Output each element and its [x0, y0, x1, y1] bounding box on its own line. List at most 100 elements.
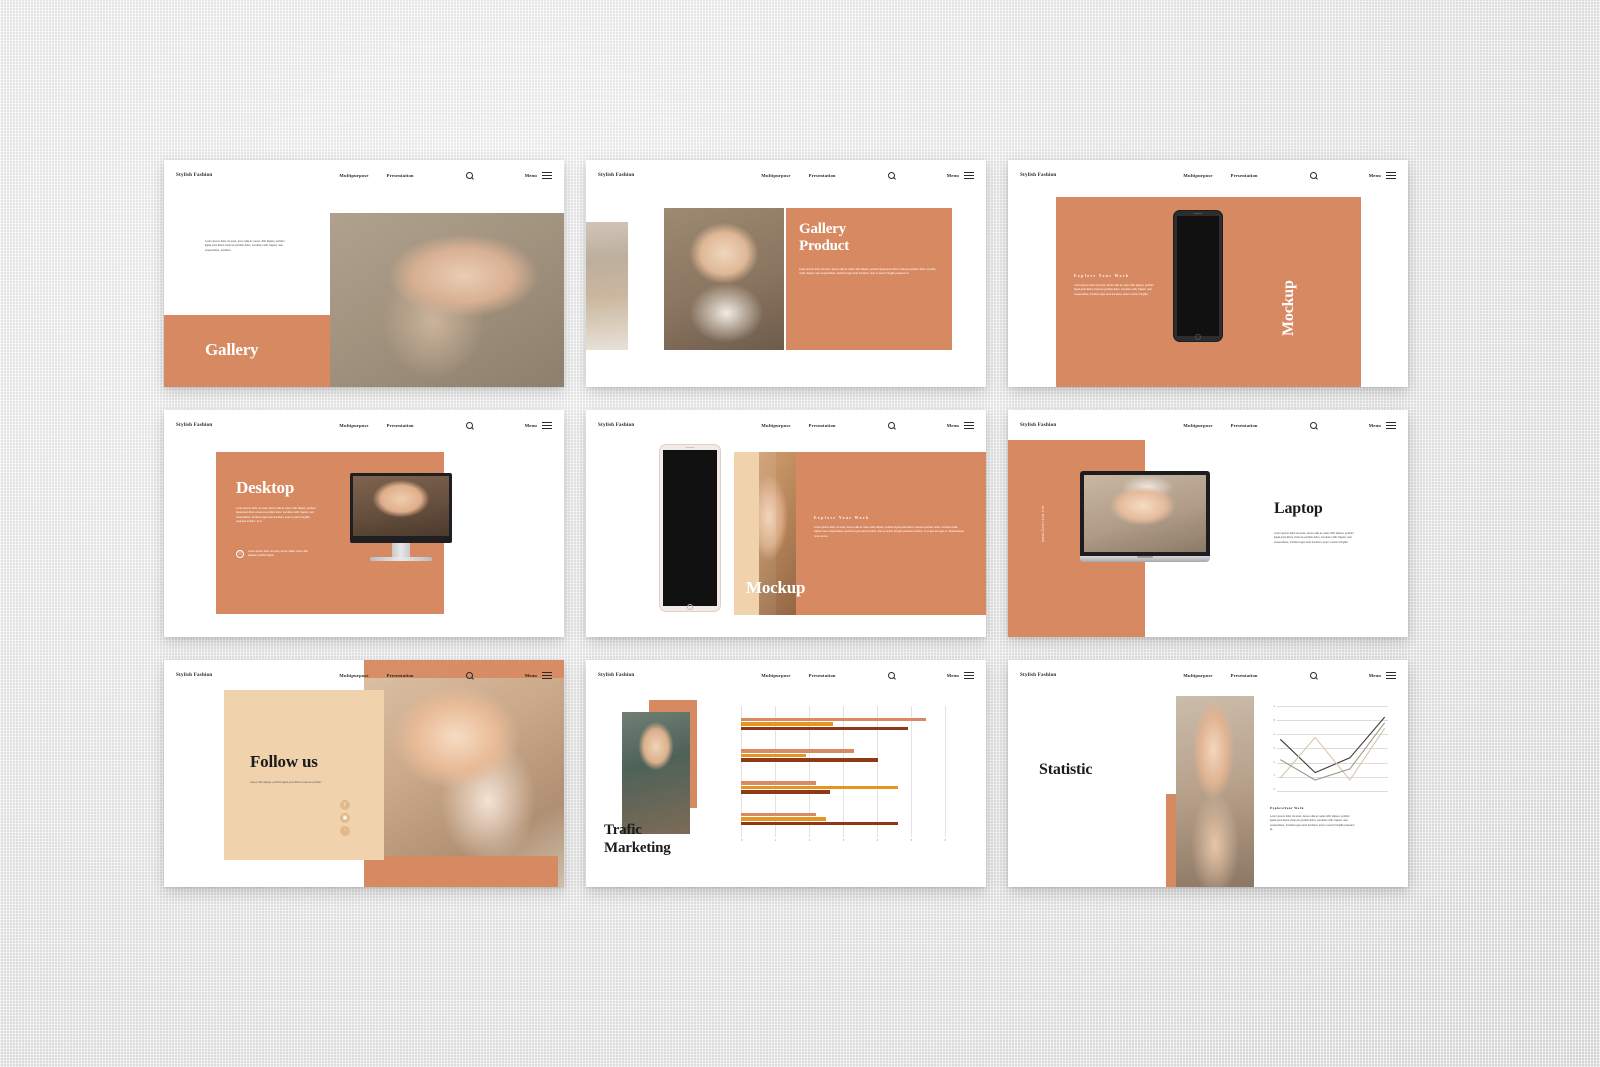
nav-item-presentation[interactable]: Presentation — [387, 173, 414, 178]
bar — [741, 790, 830, 794]
x-tick-label: 5 — [910, 839, 913, 842]
traffic-photo — [622, 712, 690, 834]
x-tick-label: 1 — [774, 839, 777, 842]
brand-logo[interactable]: Stylish Fashion — [1020, 423, 1056, 428]
slide-gallery[interactable]: Stylish Fashion Multipurpose Presentatio… — [164, 160, 564, 387]
search-button[interactable] — [465, 171, 473, 179]
nav-item-presentation[interactable]: Presentation — [809, 173, 836, 178]
nav-item-multipurpose[interactable]: Multipurpose — [339, 673, 368, 678]
menu-button[interactable]: Menu — [525, 171, 552, 179]
traffic-title-line2: Marketing — [604, 840, 671, 856]
follow-text-panel — [224, 690, 384, 860]
product-photo-main — [664, 208, 784, 350]
twitter-icon[interactable]: ᵗ — [340, 826, 350, 836]
laptop-vertical-url: www.Colorsub.net — [1041, 505, 1045, 542]
bar — [741, 781, 817, 785]
product-title-line2: Product — [799, 238, 849, 254]
nav-item-presentation[interactable]: Presentation — [809, 423, 836, 428]
hamburger-icon — [1386, 171, 1396, 179]
macbook-base — [1080, 556, 1210, 562]
brand-logo[interactable]: Stylish Fashion — [176, 423, 212, 428]
slide-topbar: Stylish Fashion Multipurpose Presentatio… — [164, 410, 564, 440]
menu-button[interactable]: Menu — [525, 671, 552, 679]
nav-item-multipurpose[interactable]: Multipurpose — [761, 673, 790, 678]
nav-item-multipurpose[interactable]: Multipurpose — [761, 423, 790, 428]
search-button[interactable] — [1309, 671, 1317, 679]
desktop-title: Desktop — [236, 478, 295, 497]
slide-laptop[interactable]: Stylish Fashion Multipurpose Presentatio… — [1008, 410, 1408, 637]
iphone-screen — [662, 450, 718, 606]
nav-item-presentation[interactable]: Presentation — [809, 673, 836, 678]
search-button[interactable] — [465, 421, 473, 429]
brand-logo[interactable]: Stylish Fashion — [176, 173, 212, 178]
nav-item-presentation[interactable]: Presentation — [1231, 423, 1258, 428]
slide-topbar: Stylish Fashion Multipurpose Presentatio… — [164, 660, 564, 690]
slide-mockup-light[interactable]: Stylish Fashion Multipurpose Presentatio… — [586, 410, 986, 637]
bar-chart: 0 1 2 3 4 5 6 — [741, 706, 946, 846]
mockup-light-eyebrow: Explore Your Work — [814, 516, 870, 520]
brand-logo[interactable]: Stylish Fashion — [1020, 173, 1056, 178]
nav-item-multipurpose[interactable]: Multipurpose — [339, 173, 368, 178]
desktop-note: ☉ Lorem ipsum dolor sit amet, lacus null… — [236, 550, 314, 559]
nav-item-presentation[interactable]: Presentation — [387, 673, 414, 678]
bar — [741, 812, 817, 817]
brand-logo[interactable]: Stylish Fashion — [598, 673, 634, 678]
nav-item-multipurpose[interactable]: Multipurpose — [339, 423, 368, 428]
search-button[interactable] — [1309, 421, 1317, 429]
facebook-icon[interactable]: f — [340, 800, 350, 810]
nav-item-presentation[interactable]: Presentation — [1231, 173, 1258, 178]
search-button[interactable] — [887, 171, 895, 179]
nav-group: Multipurpose Presentation Menu — [339, 171, 552, 179]
slide-statistic[interactable]: Stylish Fashion Multipurpose Presentatio… — [1008, 660, 1408, 887]
menu-button[interactable]: Menu — [1369, 421, 1396, 429]
nav-item-multipurpose[interactable]: Multipurpose — [1183, 173, 1212, 178]
hamburger-icon — [542, 671, 552, 679]
macbook-bezel — [1080, 471, 1210, 556]
menu-button[interactable]: Menu — [525, 421, 552, 429]
menu-label: Menu — [946, 172, 959, 178]
product-body-text: Lorem ipsum dolor sit amet, lacus nulla … — [799, 268, 936, 276]
bar-group — [741, 717, 946, 731]
brand-logo[interactable]: Stylish Fashion — [1020, 673, 1056, 678]
slide-traffic-marketing[interactable]: Stylish Fashion Multipurpose Presentatio… — [586, 660, 986, 887]
line-chart-series — [1277, 706, 1388, 817]
menu-button[interactable]: Menu — [947, 671, 974, 679]
menu-button[interactable]: Menu — [946, 171, 974, 179]
search-button[interactable] — [1309, 171, 1317, 179]
nav-item-multipurpose[interactable]: Multipurpose — [1183, 673, 1212, 678]
x-tick-label: 0 — [741, 839, 743, 842]
hamburger-icon — [964, 671, 974, 679]
macbook-screen — [1084, 475, 1206, 552]
follow-hero-photo — [364, 660, 564, 887]
brand-logo[interactable]: Stylish Fashion — [598, 173, 634, 178]
brand-logo[interactable]: Stylish Fashion — [598, 423, 634, 428]
menu-button[interactable]: Menu — [1369, 171, 1396, 179]
follow-bottom-band — [364, 856, 558, 887]
search-button[interactable] — [465, 671, 473, 679]
instagram-icon[interactable]: ▣ — [340, 813, 350, 823]
menu-button[interactable]: Menu — [1368, 671, 1396, 679]
search-button[interactable] — [887, 671, 895, 679]
search-button[interactable] — [887, 421, 895, 429]
slide-desktop[interactable]: Stylish Fashion Multipurpose Presentatio… — [164, 410, 564, 637]
nav-item-multipurpose[interactable]: Multipurpose — [761, 173, 790, 178]
nav-item-multipurpose[interactable]: Multipurpose — [1183, 423, 1212, 428]
menu-label: Menu — [946, 422, 959, 428]
menu-button[interactable]: Menu — [946, 421, 974, 429]
menu-label: Menu — [1368, 672, 1381, 678]
statistic-title: Statistic — [1039, 761, 1093, 778]
search-icon — [1309, 421, 1317, 429]
slide-follow-us[interactable]: Stylish Fashion Multipurpose Presentatio… — [164, 660, 564, 887]
nav-group: Multipurpose Presentation Menu — [1183, 421, 1396, 429]
nav-item-presentation[interactable]: Presentation — [1231, 673, 1258, 678]
nav-item-presentation[interactable]: Presentation — [387, 423, 414, 428]
gallery-hero-photo — [330, 213, 564, 387]
traffic-title-line1: Trafic — [604, 822, 642, 838]
slide-gallery-product[interactable]: Stylish Fashion Multipurpose Presentatio… — [586, 160, 986, 387]
brand-logo[interactable]: Stylish Fashion — [176, 673, 212, 678]
mockup-light-title: Mockup — [746, 578, 806, 597]
slide-mockup-dark[interactable]: Stylish Fashion Multipurpose Presentatio… — [1008, 160, 1408, 387]
mockup-eyebrow: Explore Your Work — [1074, 274, 1130, 278]
y-tick-label: 5 — [1273, 718, 1276, 722]
bar — [741, 722, 834, 726]
